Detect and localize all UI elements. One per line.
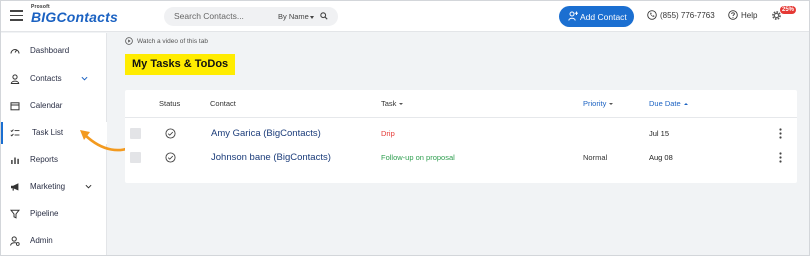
checklist-icon <box>10 129 20 137</box>
admin-person-icon <box>10 236 20 246</box>
row-checkbox[interactable] <box>130 128 141 139</box>
sort-up-icon <box>683 103 688 106</box>
megaphone-icon <box>11 183 19 191</box>
caret-down-icon[interactable] <box>310 16 314 19</box>
column-header-task[interactable]: Task <box>381 99 404 108</box>
due-date-value: Jul 15 <box>649 129 670 138</box>
funnel-icon <box>10 209 20 219</box>
contact-link[interactable]: Amy Garica (BigContacts) <box>211 128 321 139</box>
column-header-task-label: Task <box>381 99 397 108</box>
app-window: Prosoft BIGContacts Search Contacts... B… <box>0 0 810 256</box>
contact-link[interactable]: Johnson bane (BigContacts) <box>211 152 331 163</box>
sort-down-icon <box>399 103 404 106</box>
sidebar-item-contacts[interactable]: Contacts <box>1 68 107 90</box>
sort-down-icon <box>609 103 614 106</box>
sidebar-item-dashboard[interactable]: Dashboard <box>1 40 107 62</box>
watch-video-text: Watch a video of this tab <box>137 38 208 45</box>
add-contact-button[interactable]: Add Contact <box>559 6 634 27</box>
sidebar-item-label: Calendar <box>30 101 63 110</box>
more-options-icon[interactable] <box>779 128 782 139</box>
top-bar: Prosoft BIGContacts Search Contacts... B… <box>1 1 809 32</box>
dashboard-icon <box>10 49 20 54</box>
add-person-icon <box>568 11 578 21</box>
chevron-down-icon[interactable] <box>81 75 88 82</box>
add-contact-label: Add Contact <box>580 12 627 22</box>
check-circle-icon[interactable] <box>165 128 176 139</box>
check-circle-icon[interactable] <box>165 152 176 163</box>
person-icon <box>10 74 20 84</box>
sidebar-item-admin[interactable]: Admin <box>1 230 107 252</box>
sidebar-item-label: Dashboard <box>30 46 70 55</box>
task-name[interactable]: Drip <box>381 129 395 138</box>
header-divider <box>125 117 797 118</box>
logo-main-text: BIGContacts <box>31 9 118 25</box>
search-icon[interactable] <box>320 12 328 20</box>
column-header-priority-label: Priority <box>583 99 607 108</box>
sidebar-item-calendar[interactable]: Calendar <box>1 95 107 117</box>
hamburger-menu-icon[interactable] <box>10 10 23 21</box>
search-bar[interactable]: Search Contacts... By Name <box>164 7 338 26</box>
column-header-due-date-label: Due Date <box>649 99 681 108</box>
column-header-contact: Contact <box>210 99 236 108</box>
column-header-status: Status <box>159 99 181 108</box>
sidebar-item-label: Pipeline <box>30 209 59 218</box>
bar-chart-icon <box>11 157 19 164</box>
phone-icon <box>647 10 657 20</box>
search-mode-select[interactable]: By Name <box>278 12 309 21</box>
sidebar-item-pipeline[interactable]: Pipeline <box>1 203 107 225</box>
search-input[interactable]: Search Contacts... <box>174 11 244 21</box>
tasks-table: Status Contact Task Priority Due Date Am… <box>125 90 797 183</box>
sidebar-item-label: Task List <box>32 128 64 137</box>
column-header-due-date[interactable]: Due Date <box>649 99 688 108</box>
phone-number: (855) 776-7763 <box>660 11 715 20</box>
due-date-value: Aug 08 <box>649 153 673 162</box>
calendar-icon <box>10 102 20 111</box>
progress-badge: 25% <box>780 6 797 14</box>
row-checkbox[interactable] <box>130 152 141 163</box>
help-icon <box>728 10 738 20</box>
page-title: My Tasks & ToDos <box>125 54 236 75</box>
sidebar-item-label: Admin <box>30 236 53 245</box>
help-label: Help <box>741 11 758 20</box>
table-row[interactable]: Johnson bane (BigContacts) Follow-up on … <box>125 146 797 170</box>
logo[interactable]: Prosoft BIGContacts <box>31 4 118 24</box>
sidebar-item-label: Marketing <box>30 182 66 191</box>
sidebar-item-label: Reports <box>30 155 59 164</box>
priority-value: Normal <box>583 153 608 162</box>
column-header-priority[interactable]: Priority <box>583 99 614 108</box>
task-name[interactable]: Follow-up on proposal <box>381 153 455 162</box>
sidebar-item-marketing[interactable]: Marketing <box>1 176 107 198</box>
sidebar-item-label: Contacts <box>30 74 62 83</box>
play-circle-icon <box>125 37 133 45</box>
chevron-down-icon[interactable] <box>85 183 92 190</box>
more-options-icon[interactable] <box>779 152 782 163</box>
table-row[interactable]: Amy Garica (BigContacts) Drip Jul 15 <box>125 122 797 146</box>
